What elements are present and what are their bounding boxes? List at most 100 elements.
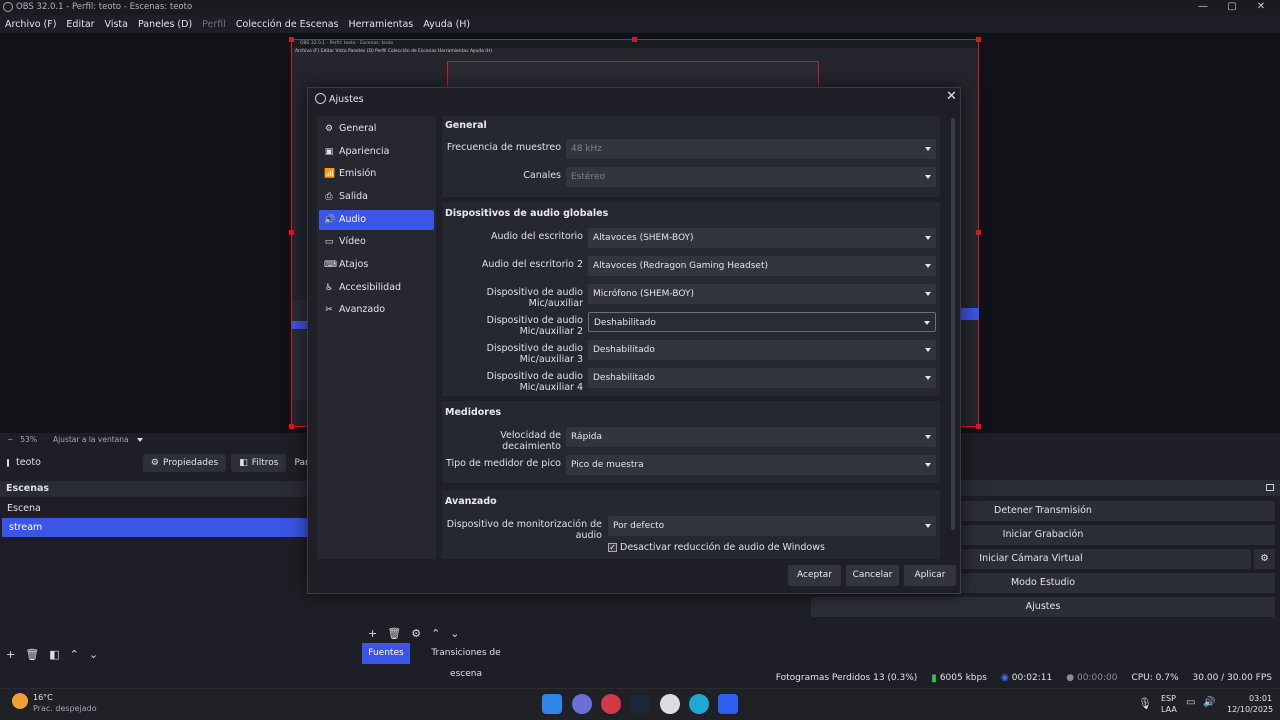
menu-vista[interactable]: Vista bbox=[100, 19, 133, 30]
resize-handle[interactable] bbox=[289, 424, 294, 429]
tab-transitions[interactable]: Transiciones de escena bbox=[414, 643, 518, 679]
undock-icon[interactable] bbox=[1266, 484, 1274, 491]
obs-taskbar-icon[interactable] bbox=[660, 694, 680, 714]
menu-coleccion[interactable]: Colección de Escenas bbox=[231, 19, 344, 30]
menu-herramientas[interactable]: Herramientas bbox=[344, 19, 419, 30]
mic-audio-2-select[interactable]: Deshabilitado bbox=[588, 312, 936, 332]
channels-select[interactable]: Estéreo bbox=[566, 167, 936, 187]
resize-handle[interactable] bbox=[632, 37, 637, 42]
lang-secondary[interactable]: LAA bbox=[1161, 705, 1177, 714]
tab-sources[interactable]: Fuentes bbox=[362, 643, 410, 664]
chevron-down-icon bbox=[925, 292, 931, 296]
select-value: Altavoces (SHEM-BOY) bbox=[593, 233, 694, 243]
trash-icon[interactable]: 🗑 bbox=[25, 648, 39, 661]
network-icon[interactable]: ▭ bbox=[1186, 697, 1195, 708]
sidebar-item-label: Avanzado bbox=[339, 304, 386, 315]
mini-menu: Archivo (F) Editar Vista Paneles (D) Per… bbox=[295, 49, 493, 54]
mic-audio-3-select[interactable]: Deshabilitado bbox=[588, 340, 936, 360]
sidebar-item-atajos[interactable]: ⌨ Atajos bbox=[319, 255, 434, 275]
app-icon[interactable] bbox=[718, 694, 738, 714]
channels-label: Canales bbox=[523, 170, 561, 181]
menu-editar[interactable]: Editar bbox=[61, 19, 99, 30]
sidebar-item-accesibilidad[interactable]: ♿ Accesibilidad bbox=[319, 278, 434, 298]
stream-time: 00:02:11 bbox=[1011, 673, 1053, 683]
steam-icon[interactable] bbox=[630, 694, 650, 714]
sidebar-item-emision[interactable]: 📶 Emisión bbox=[319, 164, 434, 184]
resize-handle[interactable] bbox=[289, 230, 294, 235]
tools-icon: ✂ bbox=[325, 305, 333, 315]
clock-time[interactable]: 03:01 bbox=[1249, 694, 1272, 703]
lang-primary[interactable]: ESP bbox=[1161, 694, 1176, 703]
sidebar-item-apariencia[interactable]: ▣ Apariencia bbox=[319, 142, 434, 162]
chevron-down-icon bbox=[925, 376, 931, 380]
resize-handle[interactable] bbox=[289, 37, 294, 42]
scrollbar[interactable] bbox=[951, 118, 955, 530]
arrow-up-icon[interactable]: ⌃ bbox=[70, 648, 79, 661]
edge-icon[interactable] bbox=[689, 694, 709, 714]
menu-perfil[interactable]: Perfil bbox=[197, 19, 231, 30]
sample-rate-select[interactable]: 48 kHz bbox=[566, 139, 936, 159]
menu-ayuda[interactable]: Ayuda (H) bbox=[418, 19, 475, 30]
sample-rate-label: Frecuencia de muestreo bbox=[446, 142, 561, 153]
sidebar-item-general[interactable]: ⚙ General bbox=[319, 119, 434, 139]
apply-button[interactable]: Aplicar bbox=[904, 565, 956, 586]
arrow-down-icon[interactable]: ⌄ bbox=[450, 627, 459, 640]
properties-button[interactable]: ⚙ Propiedades bbox=[142, 453, 227, 472]
filters-label: Filtros bbox=[251, 457, 279, 468]
sidebar-item-video[interactable]: ▭ Vídeo bbox=[319, 232, 434, 252]
mic-audio-select[interactable]: Micrófono (SHEM-BOY) bbox=[588, 284, 936, 304]
resize-handle[interactable] bbox=[976, 37, 981, 42]
sidebar-item-avanzado[interactable]: ✂ Avanzado bbox=[319, 300, 434, 320]
opera-icon[interactable] bbox=[601, 694, 621, 714]
arrow-down-icon[interactable]: ⌄ bbox=[89, 648, 98, 661]
clock-date[interactable]: 12/10/2025 bbox=[1227, 705, 1273, 714]
filters-button[interactable]: ◧ Filtros bbox=[231, 453, 287, 472]
add-icon[interactable]: + bbox=[6, 648, 15, 661]
ducking-checkbox[interactable]: ✓ bbox=[608, 543, 617, 552]
maximize-button[interactable]: ▢ bbox=[1221, 0, 1243, 15]
weather-icon[interactable] bbox=[12, 693, 28, 709]
minimize-button[interactable]: — bbox=[1192, 0, 1214, 15]
menu-archivo[interactable]: Archivo (F) bbox=[0, 19, 61, 30]
add-icon[interactable]: + bbox=[368, 627, 377, 640]
fit-window-label[interactable]: Ajustar a la ventana bbox=[53, 435, 129, 444]
decay-rate-select[interactable]: Rápida bbox=[566, 427, 936, 447]
menu-paneles[interactable]: Paneles (D) bbox=[133, 19, 197, 30]
resize-handle[interactable] bbox=[976, 230, 981, 235]
mic-audio-3-label: Dispositivo de audio Mic/auxiliar 3 bbox=[486, 343, 583, 365]
rec-time-group: ● 00:00:00 bbox=[1066, 673, 1117, 683]
sidebar-item-label: Salida bbox=[339, 191, 368, 202]
virtual-cam-settings-button[interactable]: ⚙ bbox=[1254, 549, 1275, 569]
gear-icon[interactable]: ⚙ bbox=[411, 627, 421, 640]
ducking-label[interactable]: Desactivar reducción de audio de Windows bbox=[620, 542, 825, 553]
close-button[interactable]: ✕ bbox=[1250, 0, 1272, 15]
monitoring-device-select[interactable]: Por defecto bbox=[608, 516, 936, 536]
discord-icon[interactable] bbox=[572, 694, 592, 714]
sidebar-item-audio[interactable]: 🔊 Audio bbox=[319, 210, 434, 230]
select-value: Pico de muestra bbox=[571, 460, 644, 470]
scene-item-selected[interactable]: stream bbox=[2, 518, 310, 537]
resize-handle[interactable] bbox=[976, 424, 981, 429]
desktop-audio-select[interactable]: Altavoces (SHEM-BOY) bbox=[588, 228, 936, 248]
menu-bar: Archivo (F) Editar Vista Paneles (D) Per… bbox=[0, 16, 1280, 32]
microphone-icon[interactable]: 🎙 bbox=[1138, 697, 1152, 710]
sidebar-item-salida[interactable]: ⎙ Salida bbox=[319, 187, 434, 207]
settings-button[interactable]: Ajustes bbox=[811, 597, 1275, 617]
peak-meter-select[interactable]: Pico de muestra bbox=[566, 455, 936, 475]
ok-button[interactable]: Aceptar bbox=[788, 565, 841, 586]
scene-item[interactable]: Escena bbox=[0, 499, 310, 518]
monitor-icon: ▭ bbox=[324, 237, 334, 247]
close-icon[interactable]: ✕ bbox=[946, 89, 957, 104]
arrow-up-icon[interactable]: ⌃ bbox=[431, 627, 440, 640]
trash-icon[interactable]: 🗑 bbox=[387, 627, 401, 640]
mic-audio-4-select[interactable]: Deshabilitado bbox=[588, 368, 936, 388]
filter-icon[interactable]: ◧ bbox=[49, 648, 59, 661]
settings-sidebar: ⚙ General ▣ Apariencia 📶 Emisión ⎙ Salida 🔊 A… bbox=[317, 116, 436, 559]
cancel-button[interactable]: Cancelar bbox=[846, 565, 899, 586]
chevron-down-icon[interactable] bbox=[136, 437, 143, 442]
zoom-out-button[interactable]: − bbox=[7, 435, 13, 444]
windows-start-icon[interactable] bbox=[542, 694, 562, 714]
desktop-audio-2-select[interactable]: Altavoces (Redragon Gaming Headset) bbox=[588, 256, 936, 276]
volume-icon[interactable]: 🔊 bbox=[1203, 697, 1215, 708]
select-value: Por defecto bbox=[613, 521, 665, 531]
